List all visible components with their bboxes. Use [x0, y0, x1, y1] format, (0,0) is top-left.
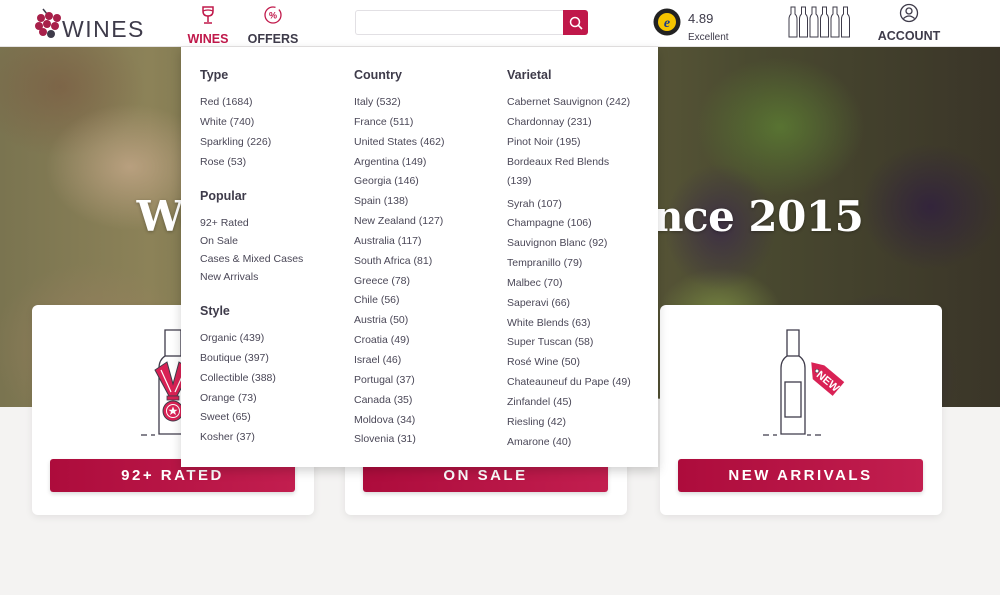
- percent-badge-icon: %: [264, 6, 282, 24]
- menu-link[interactable]: Georgia (146): [354, 175, 444, 188]
- menu-link[interactable]: Bordeaux Red Blends (139): [507, 153, 617, 192]
- menu-link[interactable]: Argentina (149): [354, 156, 444, 169]
- menu-link[interactable]: Sweet (65): [200, 411, 303, 424]
- nav-wines[interactable]: WINES: [178, 5, 238, 46]
- menu-group-style: Style Organic (439) Boutique (397) Colle…: [200, 303, 303, 444]
- menu-link[interactable]: Amarone (40): [507, 436, 647, 449]
- search-bar: [355, 10, 588, 35]
- menu-link[interactable]: White Blends (63): [507, 317, 647, 330]
- user-icon: [899, 3, 919, 23]
- menu-link[interactable]: New Arrivals: [200, 271, 303, 284]
- menu-link[interactable]: New Zealand (127): [354, 215, 444, 228]
- logo-text: WINES: [62, 16, 145, 42]
- menu-link[interactable]: Rosé Wine (50): [507, 356, 647, 369]
- menu-group-popular: Popular 92+ Rated On Sale Cases & Mixed …: [200, 188, 303, 285]
- menu-link[interactable]: Canada (35): [354, 394, 444, 407]
- bottles-cart-icon: [788, 6, 850, 38]
- menu-link[interactable]: Portugal (37): [354, 374, 444, 387]
- wine-glass-icon: [202, 6, 214, 24]
- search-input[interactable]: [355, 10, 565, 35]
- menu-link[interactable]: Riesling (42): [507, 416, 647, 429]
- nav-wines-label: WINES: [187, 32, 229, 46]
- menu-link[interactable]: Chateauneuf du Pape (49): [507, 376, 647, 389]
- menu-link[interactable]: Sauvignon Blanc (92): [507, 237, 647, 250]
- menu-link[interactable]: Croatia (49): [354, 334, 444, 347]
- menu-link[interactable]: 92+ Rated: [200, 217, 303, 230]
- menu-link[interactable]: United States (462): [354, 136, 444, 149]
- menu-link[interactable]: Malbec (70): [507, 277, 647, 290]
- new-tag-bottle-icon: NEW: [763, 329, 845, 436]
- menu-link[interactable]: Cases & Mixed Cases: [200, 253, 303, 266]
- cart-button[interactable]: [787, 5, 851, 39]
- menu-link[interactable]: Red (1684): [200, 96, 303, 109]
- menu-link[interactable]: Austria (50): [354, 314, 444, 327]
- account-button[interactable]: ACCOUNT: [876, 3, 942, 43]
- nav-offers[interactable]: % OFFERS: [243, 5, 303, 46]
- grape-logo-icon: [35, 8, 61, 38]
- trust-label: Excellent: [688, 32, 729, 43]
- menu-link[interactable]: Cabernet Sauvignon (242): [507, 96, 647, 109]
- svg-text:%: %: [269, 11, 277, 21]
- menu-link[interactable]: Super Tuscan (58): [507, 336, 647, 349]
- menu-link[interactable]: Organic (439): [200, 332, 303, 345]
- menu-heading-varietal: Varietal: [507, 68, 552, 82]
- menu-link[interactable]: Slovenia (31): [354, 433, 444, 446]
- menu-link[interactable]: Saperavi (66): [507, 297, 647, 310]
- search-button[interactable]: [563, 10, 588, 35]
- nav-offers-label: OFFERS: [247, 32, 299, 46]
- menu-link[interactable]: Orange (73): [200, 392, 303, 405]
- menu-link[interactable]: Zinfandel (45): [507, 396, 647, 409]
- menu-heading-country: Country: [354, 68, 402, 82]
- menu-link[interactable]: White (740): [200, 116, 303, 129]
- menu-heading-style: Style: [200, 304, 230, 319]
- menu-link[interactable]: Spain (138): [354, 195, 444, 208]
- menu-link[interactable]: Moldova (34): [354, 414, 444, 427]
- menu-link[interactable]: Italy (532): [354, 96, 444, 109]
- trust-score: 4.89: [688, 11, 714, 26]
- logo[interactable]: WINES: [34, 5, 145, 41]
- menu-link[interactable]: Australia (117): [354, 235, 444, 248]
- menu-link[interactable]: Israel (46): [354, 354, 444, 367]
- menu-link[interactable]: On Sale: [200, 235, 303, 248]
- card-new-arrivals: NEW NEW ARRIVALS: [660, 305, 942, 515]
- menu-link[interactable]: Syrah (107): [507, 198, 647, 211]
- menu-group-type: Type Red (1684) White (740) Sparkling (2…: [200, 67, 303, 169]
- menu-link[interactable]: Chile (56): [354, 294, 444, 307]
- menu-link[interactable]: Kosher (37): [200, 431, 303, 444]
- menu-link[interactable]: Chardonnay (231): [507, 116, 647, 129]
- menu-link[interactable]: Sparkling (226): [200, 136, 303, 149]
- menu-link[interactable]: France (511): [354, 116, 444, 129]
- wines-mega-menu: Type Red (1684) White (740) Sparkling (2…: [181, 47, 658, 467]
- new-arrivals-button[interactable]: NEW ARRIVALS: [678, 459, 923, 492]
- menu-link[interactable]: Greece (78): [354, 275, 444, 288]
- menu-link[interactable]: Rose (53): [200, 156, 303, 169]
- menu-link[interactable]: South Africa (81): [354, 255, 444, 268]
- menu-heading-type: Type: [200, 68, 229, 82]
- menu-column-country: Country Italy (532) France (511) United …: [354, 67, 444, 453]
- menu-link[interactable]: Boutique (397): [200, 352, 303, 365]
- menu-link[interactable]: Pinot Noir (195): [507, 136, 647, 149]
- trusted-shops-badge-icon: e: [653, 8, 681, 36]
- menu-link[interactable]: Champagne (106): [507, 217, 647, 230]
- site-header: WINES WINES % OFFERS e 4.89 Excellent AC…: [0, 0, 1000, 47]
- menu-link[interactable]: Tempranillo (79): [507, 257, 647, 270]
- menu-link[interactable]: Collectible (388): [200, 372, 303, 385]
- svg-text:e: e: [664, 16, 670, 31]
- search-icon: [569, 16, 583, 30]
- account-label: ACCOUNT: [877, 29, 941, 43]
- menu-column-1: Type Red (1684) White (740) Sparkling (2…: [200, 67, 303, 463]
- menu-column-varietal: Varietal Cabernet Sauvignon (242) Chardo…: [507, 67, 647, 456]
- menu-heading-popular: Popular: [200, 188, 247, 203]
